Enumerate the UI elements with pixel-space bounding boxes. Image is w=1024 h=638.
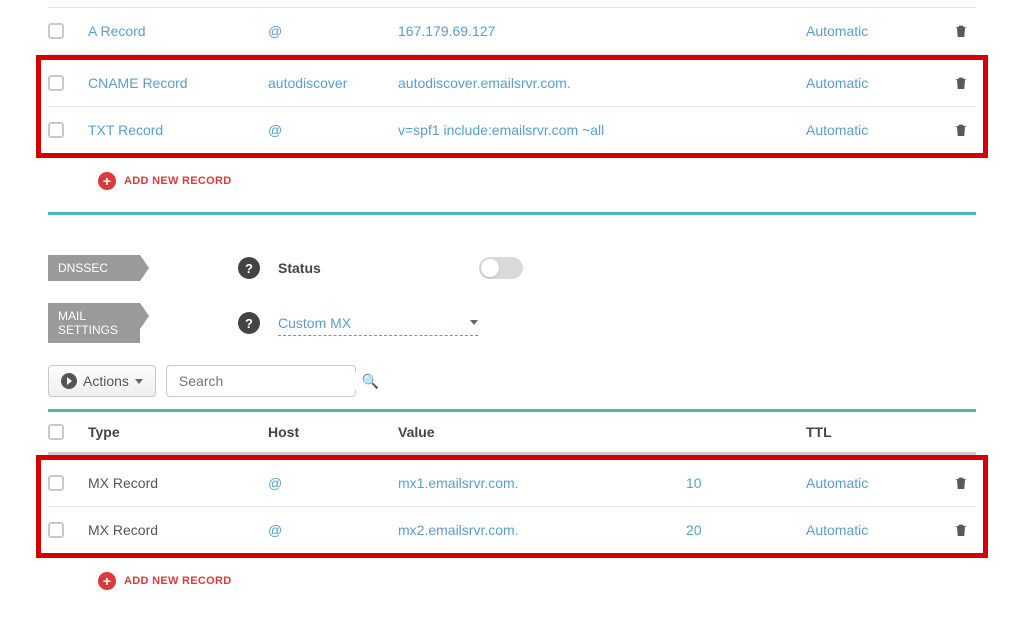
add-new-mx-record-button[interactable]: + ADD NEW RECORD — [48, 558, 976, 604]
record-value[interactable]: v=spf1 include:emailsrvr.com ~all — [398, 122, 686, 138]
record-value[interactable]: mx1.emailsrvr.com. — [398, 475, 686, 491]
table-row: TXT Record @ v=spf1 include:emailsrvr.co… — [48, 107, 976, 153]
record-type: MX Record — [88, 522, 268, 538]
dnssec-help-button[interactable]: ? — [238, 257, 260, 279]
actions-dropdown-button[interactable]: Actions — [48, 365, 156, 397]
chevron-down-icon — [135, 379, 143, 384]
mail-mx-select[interactable]: Custom MX — [278, 311, 478, 336]
mx-actions-bar: Actions 🔍 — [48, 365, 976, 397]
dnssec-status-label: Status — [278, 260, 418, 276]
row-checkbox[interactable] — [48, 75, 64, 91]
plus-icon: + — [98, 572, 116, 590]
trash-icon — [953, 121, 969, 139]
record-type: MX Record — [88, 475, 268, 491]
dnssec-toggle[interactable] — [479, 257, 523, 279]
record-value[interactable]: mx2.emailsrvr.com. — [398, 522, 686, 538]
trash-icon — [953, 474, 969, 492]
delete-record-button[interactable] — [946, 74, 976, 92]
record-ttl[interactable]: Automatic — [806, 522, 946, 538]
record-ttl[interactable]: Automatic — [806, 75, 946, 91]
row-checkbox[interactable] — [48, 475, 64, 491]
mail-settings-tag: MAIL SETTINGS — [48, 303, 140, 343]
select-all-checkbox[interactable] — [48, 424, 64, 440]
record-type[interactable]: A Record — [88, 23, 268, 39]
add-new-record-button[interactable]: + ADD NEW RECORD — [48, 158, 976, 204]
add-new-record-label: ADD NEW RECORD — [124, 575, 231, 587]
col-header-value: Value — [398, 424, 686, 440]
col-header-host: Host — [268, 424, 398, 440]
section-divider — [48, 212, 976, 215]
record-host[interactable]: @ — [268, 522, 398, 538]
row-checkbox[interactable] — [48, 122, 64, 138]
col-header-ttl: TTL — [806, 424, 946, 440]
add-new-record-label: ADD NEW RECORD — [124, 175, 231, 187]
search-icon: 🔍 — [362, 373, 379, 390]
col-header-type: Type — [88, 424, 268, 440]
trash-icon — [953, 74, 969, 92]
trash-icon — [953, 22, 969, 40]
mail-help-button[interactable]: ? — [238, 312, 260, 334]
record-type[interactable]: TXT Record — [88, 122, 268, 138]
mx-search-box[interactable]: 🔍 — [166, 365, 356, 397]
record-priority[interactable]: 20 — [686, 522, 806, 538]
highlighted-records: CNAME Record autodiscover autodiscover.e… — [36, 55, 988, 158]
mx-header-row: Type Host Value TTL — [48, 412, 976, 453]
row-checkbox[interactable] — [48, 23, 64, 39]
actions-label: Actions — [83, 373, 129, 389]
table-row: MX Record @ mx1.emailsrvr.com. 10 Automa… — [48, 460, 976, 507]
record-host[interactable]: autodiscover — [268, 75, 398, 91]
record-host[interactable]: @ — [268, 122, 398, 138]
dnssec-section: DNSSEC ? Status — [48, 255, 976, 281]
chevron-down-icon — [470, 320, 478, 325]
delete-record-button[interactable] — [946, 121, 976, 139]
record-value[interactable]: 167.179.69.127 — [398, 23, 686, 39]
delete-record-button[interactable] — [946, 22, 976, 40]
record-priority[interactable]: 10 — [686, 475, 806, 491]
record-ttl[interactable]: Automatic — [806, 23, 946, 39]
row-checkbox[interactable] — [48, 522, 64, 538]
table-row: A Record @ 167.179.69.127 Automatic — [48, 8, 976, 55]
record-ttl[interactable]: Automatic — [806, 475, 946, 491]
record-ttl[interactable]: Automatic — [806, 122, 946, 138]
delete-record-button[interactable] — [946, 474, 976, 492]
record-host[interactable]: @ — [268, 475, 398, 491]
table-row: CNAME Record autodiscover autodiscover.e… — [48, 60, 976, 107]
dnssec-tag: DNSSEC — [48, 255, 140, 281]
search-input[interactable] — [177, 372, 362, 390]
trash-icon — [953, 521, 969, 539]
dns-records-table: A Record @ 167.179.69.127 Automatic CNAM… — [48, 0, 976, 215]
record-value[interactable]: autodiscover.emailsrvr.com. — [398, 75, 686, 91]
record-host[interactable]: @ — [268, 23, 398, 39]
delete-record-button[interactable] — [946, 521, 976, 539]
mail-mx-selected: Custom MX — [278, 315, 351, 331]
plus-icon: + — [98, 172, 116, 190]
table-row: MX Record @ mx2.emailsrvr.com. 20 Automa… — [48, 507, 976, 553]
record-type[interactable]: CNAME Record — [88, 75, 268, 91]
mx-records-table: Type Host Value TTL MX Record @ mx1.emai… — [48, 409, 976, 604]
mail-settings-section: MAIL SETTINGS ? Custom MX — [48, 303, 976, 343]
play-icon — [61, 373, 77, 389]
highlighted-mx-records: MX Record @ mx1.emailsrvr.com. 10 Automa… — [36, 455, 988, 558]
